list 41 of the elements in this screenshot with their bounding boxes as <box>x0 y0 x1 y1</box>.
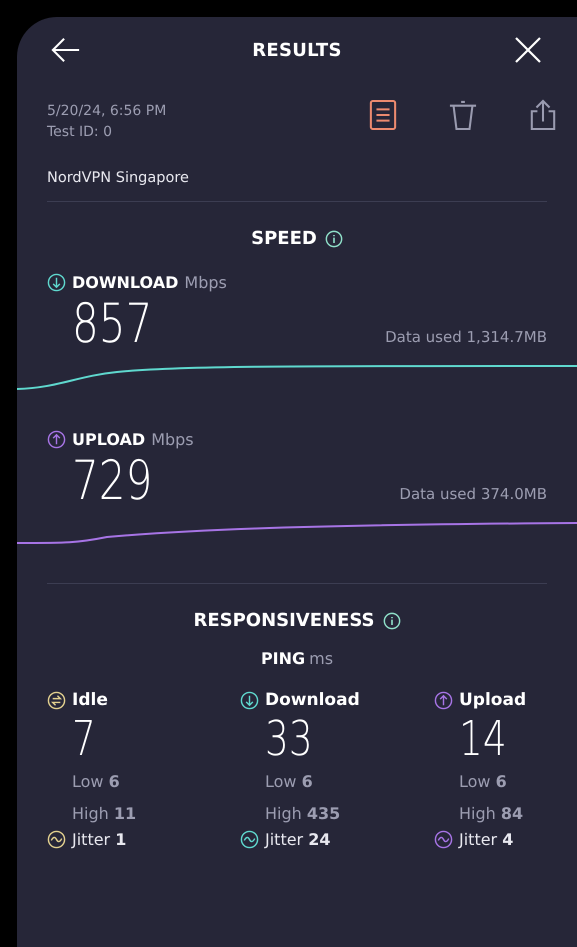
screen-title: RESULTS <box>252 40 342 60</box>
wave-icon <box>47 830 66 849</box>
data-used: Data used 1,314.7MB <box>385 328 547 346</box>
ping-value: 14 <box>459 712 507 766</box>
ping-type-label: Download <box>265 690 360 710</box>
test-id: Test ID: 0 <box>47 123 114 142</box>
metric-label: DOWNLOAD <box>72 273 178 292</box>
wave-icon <box>434 830 453 849</box>
ping-type-label: Upload <box>459 690 526 710</box>
unit-label: Mbps <box>184 273 227 292</box>
info-icon[interactable] <box>382 612 401 630</box>
back-arrow-icon[interactable] <box>51 36 81 64</box>
section-title: RESPONSIVENESS <box>193 610 375 631</box>
ping-low: Low 6 <box>459 771 507 793</box>
section-title: SPEED <box>251 228 317 249</box>
ping-high: High 11 <box>72 803 136 825</box>
trash-icon[interactable] <box>449 99 477 131</box>
jitter-value: Jitter 1 <box>72 830 126 849</box>
ping-high: High 84 <box>459 803 524 825</box>
data-used: Data used 374.0MB <box>399 485 547 503</box>
jitter-value: Jitter 4 <box>459 830 514 849</box>
ping-value: 33 <box>265 712 313 766</box>
ping-value: 7 <box>72 712 96 766</box>
ping-low: Low 6 <box>72 771 120 793</box>
unit-label: Mbps <box>151 430 194 449</box>
share-icon[interactable] <box>529 99 557 131</box>
jitter-value: Jitter 24 <box>265 830 330 849</box>
ping-type-label: Idle <box>72 690 108 710</box>
ping-low: Low 6 <box>265 771 313 793</box>
wave-icon <box>240 830 259 849</box>
test-date: 5/20/24, 6:56 PM <box>47 102 166 121</box>
close-icon[interactable] <box>512 36 543 64</box>
speed-value: 729 <box>72 453 152 509</box>
metric-label: UPLOAD <box>72 430 146 449</box>
info-icon[interactable] <box>324 230 343 248</box>
speed-value: 857 <box>72 296 152 352</box>
ping-label: PING <box>260 649 306 668</box>
notes-icon[interactable] <box>369 99 397 131</box>
unit-label: ms <box>309 649 334 668</box>
ping-high: High 435 <box>265 803 340 825</box>
server-name: NordVPN Singapore <box>47 170 190 186</box>
